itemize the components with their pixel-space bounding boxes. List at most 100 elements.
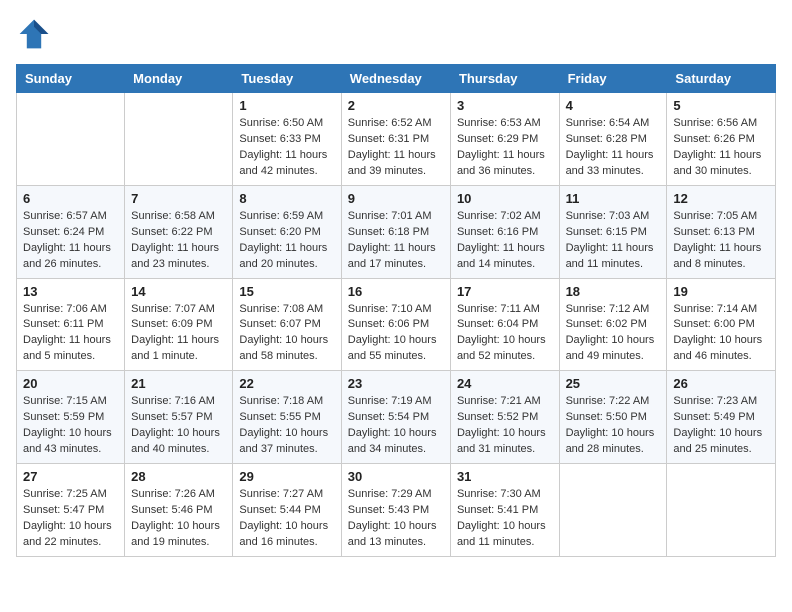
day-info: Sunrise: 6:56 AM Sunset: 6:26 PM Dayligh… (673, 116, 769, 180)
weekday-header-thursday: Thursday (450, 65, 559, 93)
day-number: 30 (348, 469, 444, 484)
day-number: 12 (673, 191, 769, 206)
day-number: 18 (566, 284, 661, 299)
calendar-week-3: 13 Sunrise: 7:06 AM Sunset: 6:11 PM Dayli… (17, 278, 776, 371)
day-info: Sunrise: 7:15 AM Sunset: 5:59 PM Dayligh… (23, 394, 118, 458)
calendar-cell: 5 Sunrise: 6:56 AM Sunset: 6:26 PM Daylig… (667, 93, 776, 186)
calendar-cell: 1Sunrise: 6:50 AM Sunset: 6:33 PM Daylig… (233, 93, 341, 186)
logo-icon (16, 16, 52, 52)
day-number: 29 (239, 469, 334, 484)
calendar-week-4: 20 Sunrise: 7:15 AM Sunset: 5:59 PM Dayli… (17, 371, 776, 464)
day-info: Sunrise: 7:02 AM Sunset: 6:16 PM Dayligh… (457, 209, 553, 273)
day-number: 28 (131, 469, 226, 484)
day-number: 7 (131, 191, 226, 206)
weekday-header-monday: Monday (125, 65, 233, 93)
day-info: Sunrise: 7:18 AM Sunset: 5:55 PM Dayligh… (239, 394, 334, 458)
day-info: Sunrise: 7:30 AM Sunset: 5:41 PM Dayligh… (457, 487, 553, 551)
day-number: 11 (566, 191, 661, 206)
calendar-cell (559, 464, 667, 557)
calendar-cell: 8 Sunrise: 6:59 AM Sunset: 6:20 PM Daylig… (233, 185, 341, 278)
day-number: 5 (673, 98, 769, 113)
day-number: 22 (239, 376, 334, 391)
calendar-cell: 12 Sunrise: 7:05 AM Sunset: 6:13 PM Dayli… (667, 185, 776, 278)
calendar-cell: 7 Sunrise: 6:58 AM Sunset: 6:22 PM Daylig… (125, 185, 233, 278)
calendar-cell: 6 Sunrise: 6:57 AM Sunset: 6:24 PM Daylig… (17, 185, 125, 278)
day-info: Sunrise: 6:59 AM Sunset: 6:20 PM Dayligh… (239, 209, 334, 273)
day-number: 14 (131, 284, 226, 299)
day-info: Sunrise: 7:21 AM Sunset: 5:52 PM Dayligh… (457, 394, 553, 458)
day-number: 21 (131, 376, 226, 391)
day-info: Sunrise: 7:07 AM Sunset: 6:09 PM Dayligh… (131, 302, 226, 366)
calendar-cell (125, 93, 233, 186)
day-info: Sunrise: 7:12 AM Sunset: 6:02 PM Dayligh… (566, 302, 661, 366)
calendar-cell (17, 93, 125, 186)
weekday-header-sunday: Sunday (17, 65, 125, 93)
day-info: Sunrise: 6:58 AM Sunset: 6:22 PM Dayligh… (131, 209, 226, 273)
day-info: Sunrise: 7:22 AM Sunset: 5:50 PM Dayligh… (566, 394, 661, 458)
day-number: 24 (457, 376, 553, 391)
day-info: Sunrise: 7:27 AM Sunset: 5:44 PM Dayligh… (239, 487, 334, 551)
page-header (16, 16, 776, 52)
calendar-cell: 9Sunrise: 7:01 AM Sunset: 6:18 PM Daylig… (341, 185, 450, 278)
calendar-cell: 21 Sunrise: 7:16 AM Sunset: 5:57 PM Dayli… (125, 371, 233, 464)
day-number: 4 (566, 98, 661, 113)
day-number: 9 (348, 191, 444, 206)
day-number: 8 (239, 191, 334, 206)
day-number: 13 (23, 284, 118, 299)
day-number: 19 (673, 284, 769, 299)
day-number: 27 (23, 469, 118, 484)
calendar-week-1: 1Sunrise: 6:50 AM Sunset: 6:33 PM Daylig… (17, 93, 776, 186)
day-info: Sunrise: 6:54 AM Sunset: 6:28 PM Dayligh… (566, 116, 661, 180)
day-number: 2 (348, 98, 444, 113)
weekday-header-wednesday: Wednesday (341, 65, 450, 93)
calendar-week-2: 6 Sunrise: 6:57 AM Sunset: 6:24 PM Daylig… (17, 185, 776, 278)
logo (16, 16, 58, 52)
calendar-cell: 16 Sunrise: 7:10 AM Sunset: 6:06 PM Dayli… (341, 278, 450, 371)
day-number: 26 (673, 376, 769, 391)
day-info: Sunrise: 6:50 AM Sunset: 6:33 PM Dayligh… (239, 116, 334, 180)
calendar-cell: 28 Sunrise: 7:26 AM Sunset: 5:46 PM Dayli… (125, 464, 233, 557)
calendar-cell: 19 Sunrise: 7:14 AM Sunset: 6:00 PM Dayli… (667, 278, 776, 371)
calendar-cell: 10 Sunrise: 7:02 AM Sunset: 6:16 PM Dayli… (450, 185, 559, 278)
calendar-cell: 22 Sunrise: 7:18 AM Sunset: 5:55 PM Dayli… (233, 371, 341, 464)
day-info: Sunrise: 7:26 AM Sunset: 5:46 PM Dayligh… (131, 487, 226, 551)
day-info: Sunrise: 6:52 AM Sunset: 6:31 PM Dayligh… (348, 116, 444, 180)
day-number: 16 (348, 284, 444, 299)
day-number: 15 (239, 284, 334, 299)
weekday-header-saturday: Saturday (667, 65, 776, 93)
day-info: Sunrise: 7:14 AM Sunset: 6:00 PM Dayligh… (673, 302, 769, 366)
weekday-header-row: SundayMondayTuesdayWednesdayThursdayFrid… (17, 65, 776, 93)
calendar-cell: 4 Sunrise: 6:54 AM Sunset: 6:28 PM Daylig… (559, 93, 667, 186)
day-info: Sunrise: 7:29 AM Sunset: 5:43 PM Dayligh… (348, 487, 444, 551)
day-info: Sunrise: 7:16 AM Sunset: 5:57 PM Dayligh… (131, 394, 226, 458)
day-number: 25 (566, 376, 661, 391)
day-number: 3 (457, 98, 553, 113)
day-info: Sunrise: 7:10 AM Sunset: 6:06 PM Dayligh… (348, 302, 444, 366)
calendar-cell (667, 464, 776, 557)
day-info: Sunrise: 7:05 AM Sunset: 6:13 PM Dayligh… (673, 209, 769, 273)
day-number: 20 (23, 376, 118, 391)
day-number: 31 (457, 469, 553, 484)
calendar-cell: 15Sunrise: 7:08 AM Sunset: 6:07 PM Dayli… (233, 278, 341, 371)
day-info: Sunrise: 6:53 AM Sunset: 6:29 PM Dayligh… (457, 116, 553, 180)
calendar-cell: 13 Sunrise: 7:06 AM Sunset: 6:11 PM Dayli… (17, 278, 125, 371)
calendar-cell: 25 Sunrise: 7:22 AM Sunset: 5:50 PM Dayli… (559, 371, 667, 464)
day-number: 17 (457, 284, 553, 299)
calendar-cell: 26Sunrise: 7:23 AM Sunset: 5:49 PM Dayli… (667, 371, 776, 464)
day-info: Sunrise: 6:57 AM Sunset: 6:24 PM Dayligh… (23, 209, 118, 273)
calendar-cell: 18 Sunrise: 7:12 AM Sunset: 6:02 PM Dayli… (559, 278, 667, 371)
day-info: Sunrise: 7:03 AM Sunset: 6:15 PM Dayligh… (566, 209, 661, 273)
day-info: Sunrise: 7:25 AM Sunset: 5:47 PM Dayligh… (23, 487, 118, 551)
calendar-cell: 20 Sunrise: 7:15 AM Sunset: 5:59 PM Dayli… (17, 371, 125, 464)
day-number: 10 (457, 191, 553, 206)
calendar-cell: 17 Sunrise: 7:11 AM Sunset: 6:04 PM Dayli… (450, 278, 559, 371)
day-info: Sunrise: 7:19 AM Sunset: 5:54 PM Dayligh… (348, 394, 444, 458)
weekday-header-friday: Friday (559, 65, 667, 93)
calendar-cell: 31 Sunrise: 7:30 AM Sunset: 5:41 PM Dayli… (450, 464, 559, 557)
day-number: 6 (23, 191, 118, 206)
day-info: Sunrise: 7:06 AM Sunset: 6:11 PM Dayligh… (23, 302, 118, 366)
weekday-header-tuesday: Tuesday (233, 65, 341, 93)
day-info: Sunrise: 7:11 AM Sunset: 6:04 PM Dayligh… (457, 302, 553, 366)
calendar-cell: 30 Sunrise: 7:29 AM Sunset: 5:43 PM Dayli… (341, 464, 450, 557)
calendar-cell: 3 Sunrise: 6:53 AM Sunset: 6:29 PM Daylig… (450, 93, 559, 186)
